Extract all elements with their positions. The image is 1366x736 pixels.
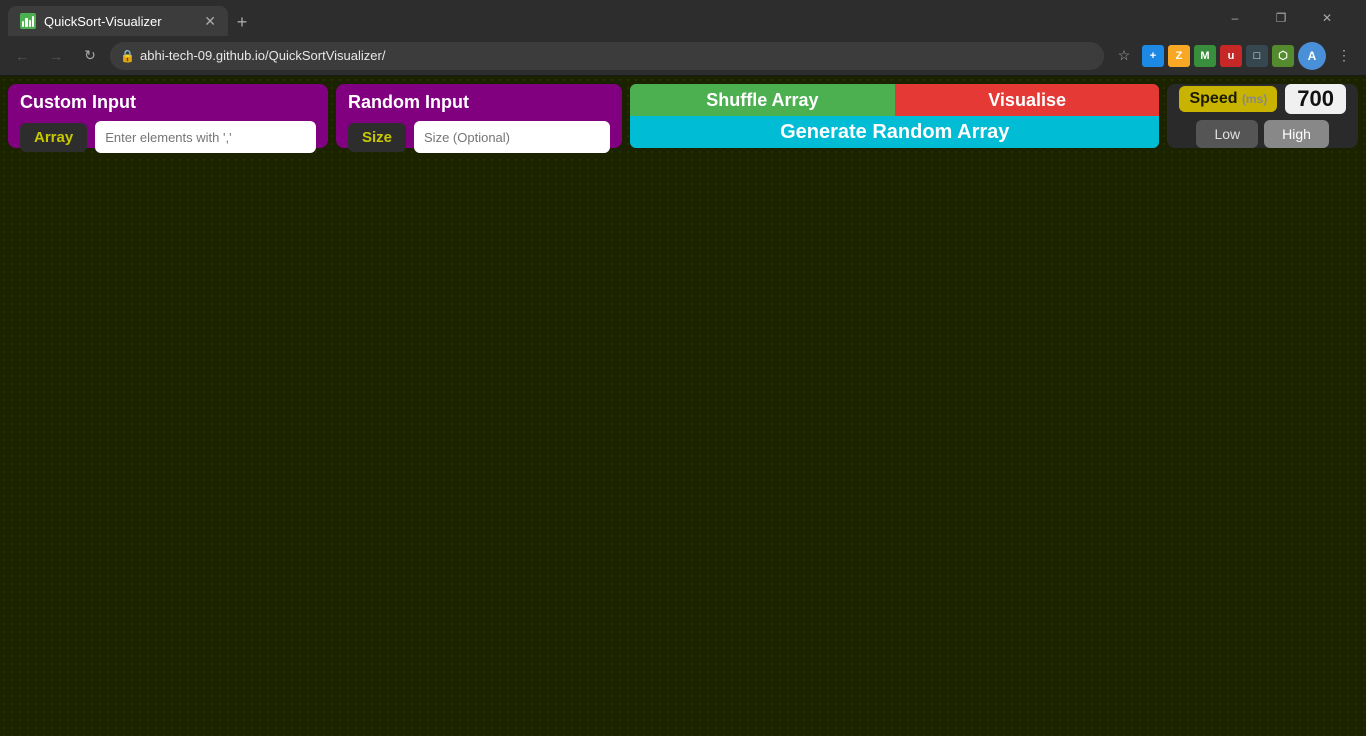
new-tab-button[interactable]: + [228,8,256,36]
ext-icon-3[interactable]: M [1194,45,1216,67]
tab-title: QuickSort-Visualizer [44,14,162,29]
close-button[interactable]: ✕ [1304,0,1350,36]
array-input-row: Array [20,121,316,153]
top-action-row: Shuffle Array Visualise [630,84,1159,116]
speed-buttons: Low High [1196,120,1328,148]
forward-button[interactable]: → [42,42,70,70]
custom-input-section: Custom Input Array [8,84,328,148]
address-bar: ← → ↻ 🔒 ☆ + Z M u □ ⬡ A ⋮ [0,36,1366,76]
ext-icon-5[interactable]: □ [1246,45,1268,67]
minimize-button[interactable]: – [1212,0,1258,36]
profile-icon[interactable]: A [1298,42,1326,70]
low-speed-button[interactable]: Low [1196,120,1258,148]
speed-header: Speed (ms) 700 [1179,84,1346,114]
tab-close-button[interactable]: ✕ [204,13,216,30]
high-speed-button[interactable]: High [1264,120,1329,148]
speed-section: Speed (ms) 700 Low High [1167,84,1358,148]
browser-window: QuickSort-Visualizer ✕ + – ❐ ✕ ← → ↻ 🔒 ☆… [0,0,1366,736]
address-wrap: 🔒 [110,42,1104,70]
bookmark-icon[interactable]: ☆ [1110,42,1138,70]
back-button[interactable]: ← [8,42,36,70]
window-controls: – ❐ ✕ [1212,0,1358,36]
custom-input-title: Custom Input [20,92,316,113]
array-label: Array [20,123,87,152]
active-tab[interactable]: QuickSort-Visualizer ✕ [8,6,228,36]
ext-icon-1[interactable]: + [1142,45,1164,67]
action-section: Shuffle Array Visualise Generate Random … [630,84,1159,148]
generate-button[interactable]: Generate Random Array [630,116,1159,148]
speed-value: 700 [1285,84,1346,114]
visualise-button[interactable]: Visualise [895,84,1160,116]
toolbar-icons: ☆ + Z M u □ ⬡ A ⋮ [1110,42,1358,70]
restore-button[interactable]: ❐ [1258,0,1304,36]
address-input[interactable] [110,42,1104,70]
ext-icon-6[interactable]: ⬡ [1272,45,1294,67]
speed-label: Speed (ms) [1179,86,1277,112]
size-input[interactable] [414,121,610,153]
random-input-title: Random Input [348,92,610,113]
size-input-row: Size [348,121,610,153]
shuffle-button[interactable]: Shuffle Array [630,84,895,116]
app-toolbar: Custom Input Array Random Input Size Shu… [0,76,1366,156]
menu-button[interactable]: ⋮ [1330,42,1358,70]
tab-favicon-icon [20,13,36,29]
ext-icon-4[interactable]: u [1220,45,1242,67]
page-content: Custom Input Array Random Input Size Shu… [0,76,1366,736]
random-input-section: Random Input Size [336,84,622,148]
ext-icon-2[interactable]: Z [1168,45,1190,67]
size-label: Size [348,123,406,152]
tab-bar: QuickSort-Visualizer ✕ + – ❐ ✕ [0,0,1366,36]
refresh-button[interactable]: ↻ [76,42,104,70]
array-input[interactable] [95,121,316,153]
